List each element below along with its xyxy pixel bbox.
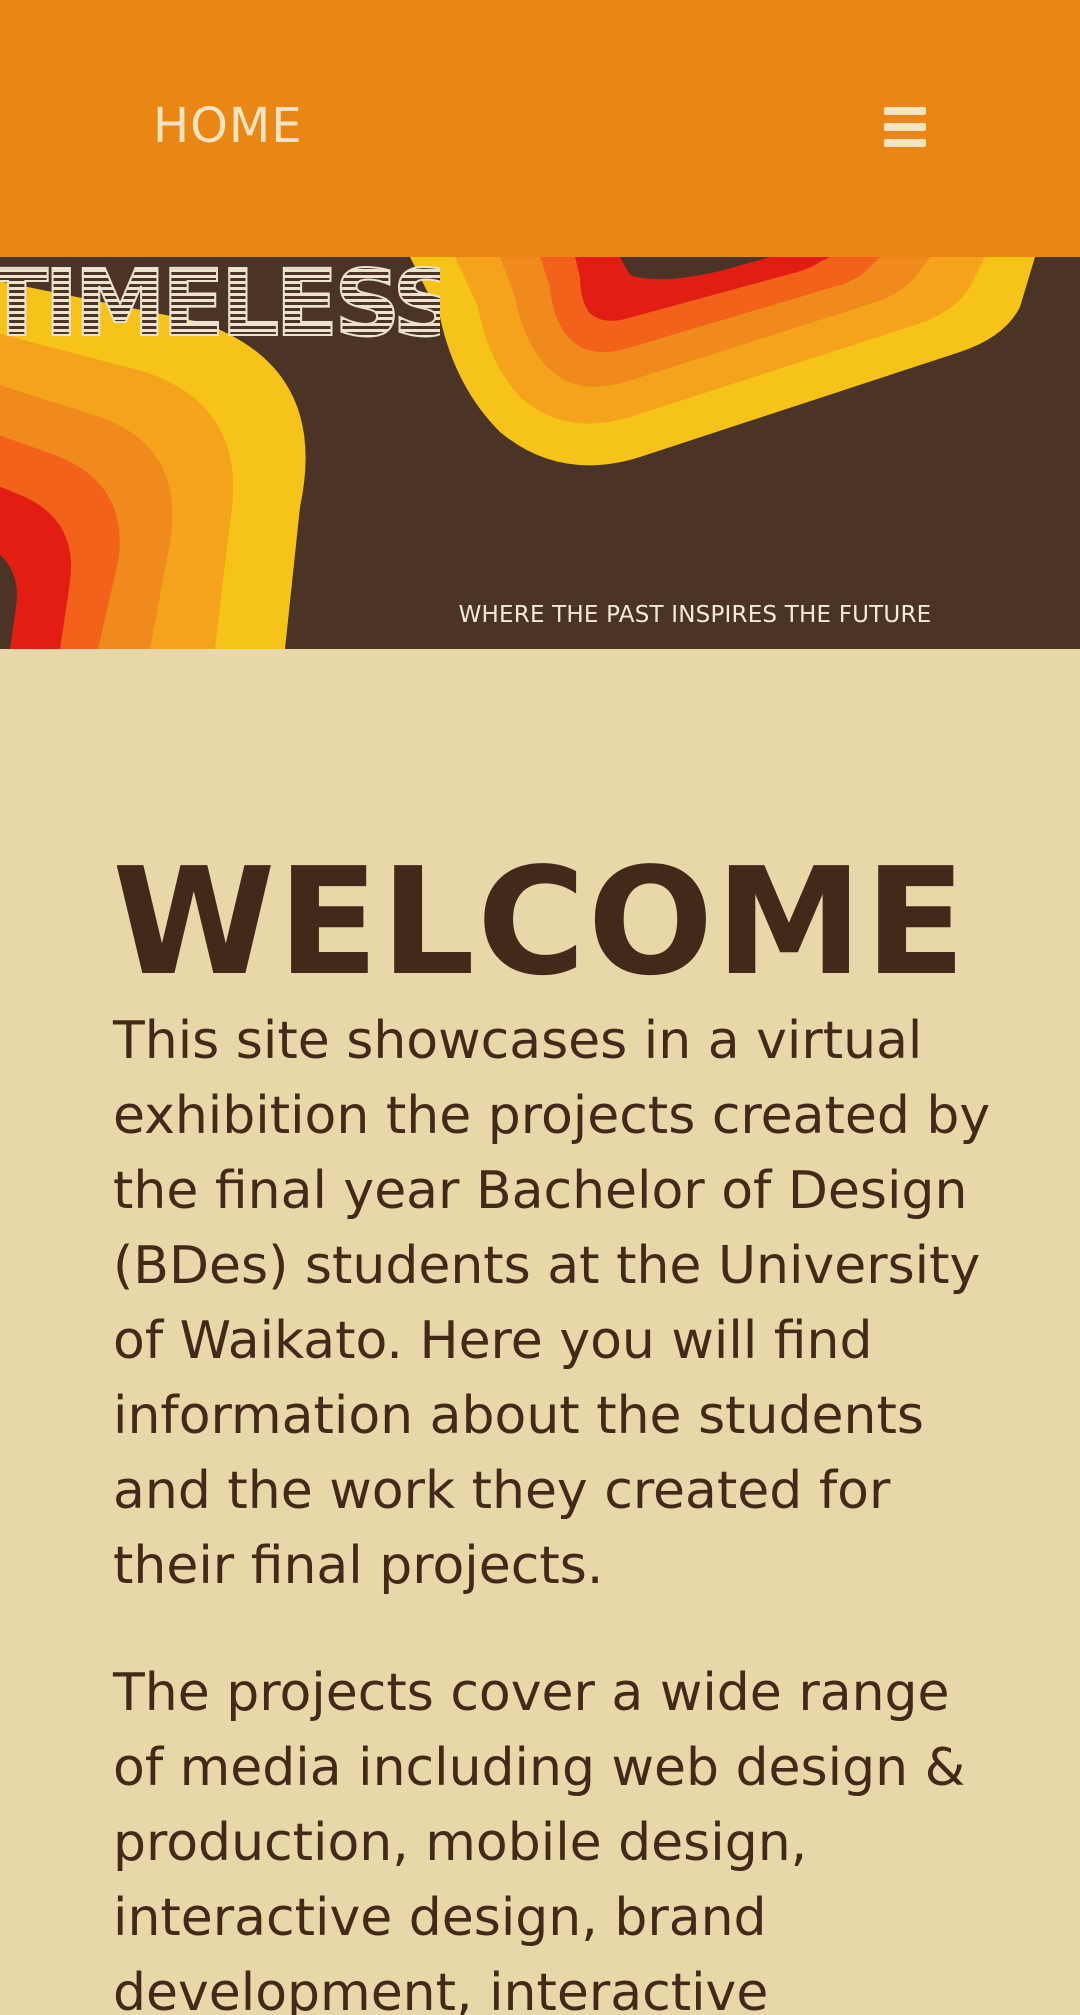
top-navigation-bar: HOME	[0, 0, 1080, 257]
timeless-logo: TIMELESS	[0, 257, 440, 347]
menu-line	[884, 107, 926, 115]
intro-paragraph: This site showcases in a virtual exhibit…	[113, 1011, 991, 1596]
projects-paragraph: The projects cover a wide range of media…	[113, 1663, 966, 2015]
welcome-heading: WELCOME	[112, 836, 968, 1009]
menu-line	[884, 123, 926, 131]
tagline: WHERE THE PAST INSPIRES THE FUTURE	[458, 602, 932, 628]
top-right-stripe-shape	[410, 257, 1035, 466]
brand-name-text: TIMELESS	[0, 257, 440, 347]
hamburger-menu-icon[interactable]	[884, 107, 926, 147]
menu-line	[884, 139, 926, 147]
home-link[interactable]: HOME	[153, 96, 303, 156]
hero-banner: TIMELESS WHERE THE PAST INSPIRES THE FUT…	[0, 257, 1080, 649]
